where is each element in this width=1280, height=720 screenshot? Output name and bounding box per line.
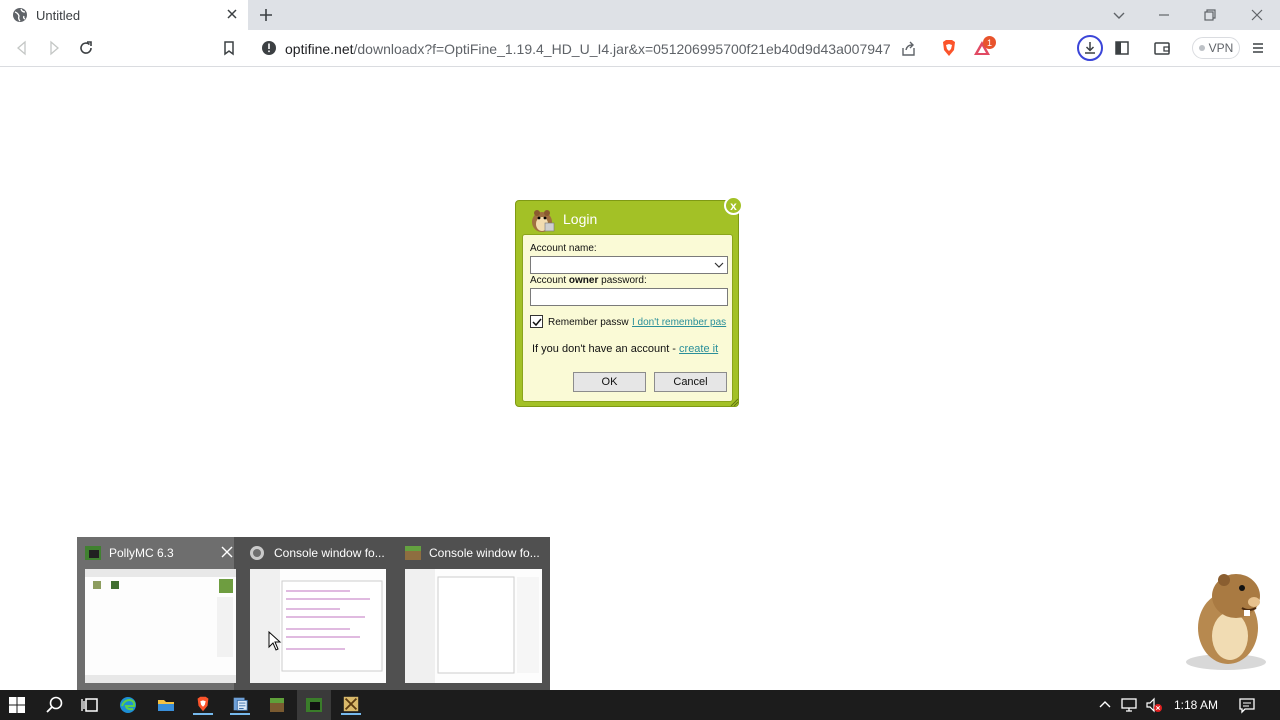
restore-icon[interactable] xyxy=(1200,5,1220,25)
url-text: optifine.net/downloadx?f=OptiFine_1.19.4… xyxy=(285,41,890,57)
vpn-label: VPN xyxy=(1208,41,1234,55)
downloads-button[interactable] xyxy=(1077,35,1103,61)
password-field[interactable] xyxy=(530,288,728,306)
forgot-password-link[interactable]: I don't remember pas xyxy=(632,317,726,328)
system-clock[interactable]: 1:18 AM xyxy=(1174,698,1218,712)
thumbnail-console-1[interactable]: Console window fo... xyxy=(242,537,392,690)
preview-sketch xyxy=(85,569,236,683)
checkmark-icon xyxy=(532,318,542,327)
back-icon[interactable] xyxy=(12,38,32,58)
window-preview xyxy=(250,569,386,683)
close-window-icon[interactable] xyxy=(1247,5,1267,25)
notification-badge: 1 xyxy=(983,36,996,49)
pollymc-icon xyxy=(306,698,322,712)
brave-icon[interactable] xyxy=(193,695,213,715)
close-tab-icon[interactable] xyxy=(224,6,240,22)
url-path: /downloadx?f=OptiFine_1.19.4_HD_U_I4.jar… xyxy=(353,41,891,57)
task-view-icon[interactable] xyxy=(80,695,100,715)
remember-password-label: Remember passw xyxy=(548,317,629,328)
menu-icon[interactable] xyxy=(1248,38,1268,58)
preview-sketch xyxy=(250,569,383,683)
address-bar[interactable]: optifine.net/downloadx?f=OptiFine_1.19.4… xyxy=(252,34,928,63)
thumbnail-console-2[interactable]: Console window fo... xyxy=(397,537,550,690)
search-icon[interactable] xyxy=(45,695,65,715)
minimize-icon[interactable] xyxy=(1154,5,1174,25)
password-label-suffix: password: xyxy=(598,275,647,286)
document-app-icon[interactable] xyxy=(230,695,250,715)
dialog-title: Login xyxy=(563,211,598,227)
wallet-icon[interactable] xyxy=(1152,38,1172,58)
share-icon[interactable] xyxy=(900,40,918,58)
new-tab-icon[interactable] xyxy=(256,5,276,25)
volume-muted-icon[interactable] xyxy=(1145,697,1163,713)
resize-grip-icon[interactable] xyxy=(728,396,738,406)
minecraft-block-icon[interactable] xyxy=(267,695,287,715)
url-host: optifine.net xyxy=(285,41,354,57)
password-label: Account owner password: xyxy=(530,275,647,286)
reload-icon[interactable] xyxy=(76,38,96,58)
brave-rewards[interactable]: 1 xyxy=(973,36,997,59)
thumbnail-title: PollyMC 6.3 xyxy=(109,546,174,560)
browser-toolbar: optifine.net/downloadx?f=OptiFine_1.19.4… xyxy=(0,30,1280,67)
brave-shields-icon[interactable] xyxy=(939,38,959,58)
thumbnail-title: Console window fo... xyxy=(429,546,540,560)
cancel-button[interactable]: Cancel xyxy=(654,372,727,392)
launcher-icon[interactable] xyxy=(341,695,361,715)
ok-button[interactable]: OK xyxy=(573,372,646,392)
info-icon[interactable] xyxy=(261,40,277,56)
vpn-status-dot xyxy=(1198,45,1205,51)
minecraft-icon xyxy=(405,546,421,560)
mouse-cursor-icon xyxy=(268,631,282,651)
file-explorer-icon[interactable] xyxy=(156,695,176,715)
preview-sketch xyxy=(405,569,539,683)
thumbnail-pollymc[interactable]: PollyMC 6.3 xyxy=(77,537,236,690)
account-name-combobox[interactable] xyxy=(530,256,728,274)
download-icon xyxy=(1085,42,1095,54)
window-preview xyxy=(85,569,236,683)
bookmark-icon[interactable] xyxy=(219,38,239,58)
thumbnail-title: Console window fo... xyxy=(274,546,385,560)
pollymc-taskbar-button[interactable] xyxy=(297,690,331,720)
forward-icon[interactable] xyxy=(44,38,64,58)
tab-title: Untitled xyxy=(36,8,81,23)
tab-search-chevron-icon[interactable] xyxy=(1109,5,1129,25)
sidebar-icon[interactable] xyxy=(1112,38,1132,58)
close-thumbnail-icon[interactable] xyxy=(220,545,234,559)
window-preview xyxy=(405,569,542,683)
dialog-body: Account name: Account owner password: Re… xyxy=(522,234,733,402)
create-account-link[interactable]: create it xyxy=(679,343,718,355)
no-account-text: If you don't have an account - create it xyxy=(532,343,718,355)
network-icon[interactable] xyxy=(1120,697,1138,713)
console-icon xyxy=(250,546,264,560)
account-name-label: Account name: xyxy=(530,243,597,254)
hamster-logo-icon xyxy=(532,210,555,232)
globe-icon xyxy=(13,8,27,22)
no-account-prefix: If you don't have an account - xyxy=(532,343,680,355)
password-label-prefix: Account xyxy=(530,275,569,286)
dialog-close-button[interactable]: x xyxy=(724,196,743,215)
taskbar-thumbnail-popup: PollyMC 6.3 Console window fo... Console… xyxy=(77,537,550,690)
hamster-mascot-icon xyxy=(1186,574,1266,670)
chevron-down-icon[interactable] xyxy=(714,260,724,270)
chevron-up-icon[interactable] xyxy=(1098,698,1112,712)
start-icon[interactable] xyxy=(7,695,27,715)
windows-taskbar: 1:18 AM xyxy=(0,690,1280,720)
remember-password-checkbox[interactable] xyxy=(530,315,543,328)
notifications-icon[interactable] xyxy=(1238,696,1256,714)
password-label-bold: owner xyxy=(568,275,599,286)
pollymc-icon xyxy=(85,546,101,560)
tab-strip: Untitled xyxy=(0,0,1280,30)
edge-icon[interactable] xyxy=(118,695,138,715)
browser-tab[interactable]: Untitled xyxy=(0,0,248,30)
login-dialog: Login x Account name: Account owner pass… xyxy=(515,196,743,407)
vpn-button[interactable]: VPN xyxy=(1192,37,1240,59)
